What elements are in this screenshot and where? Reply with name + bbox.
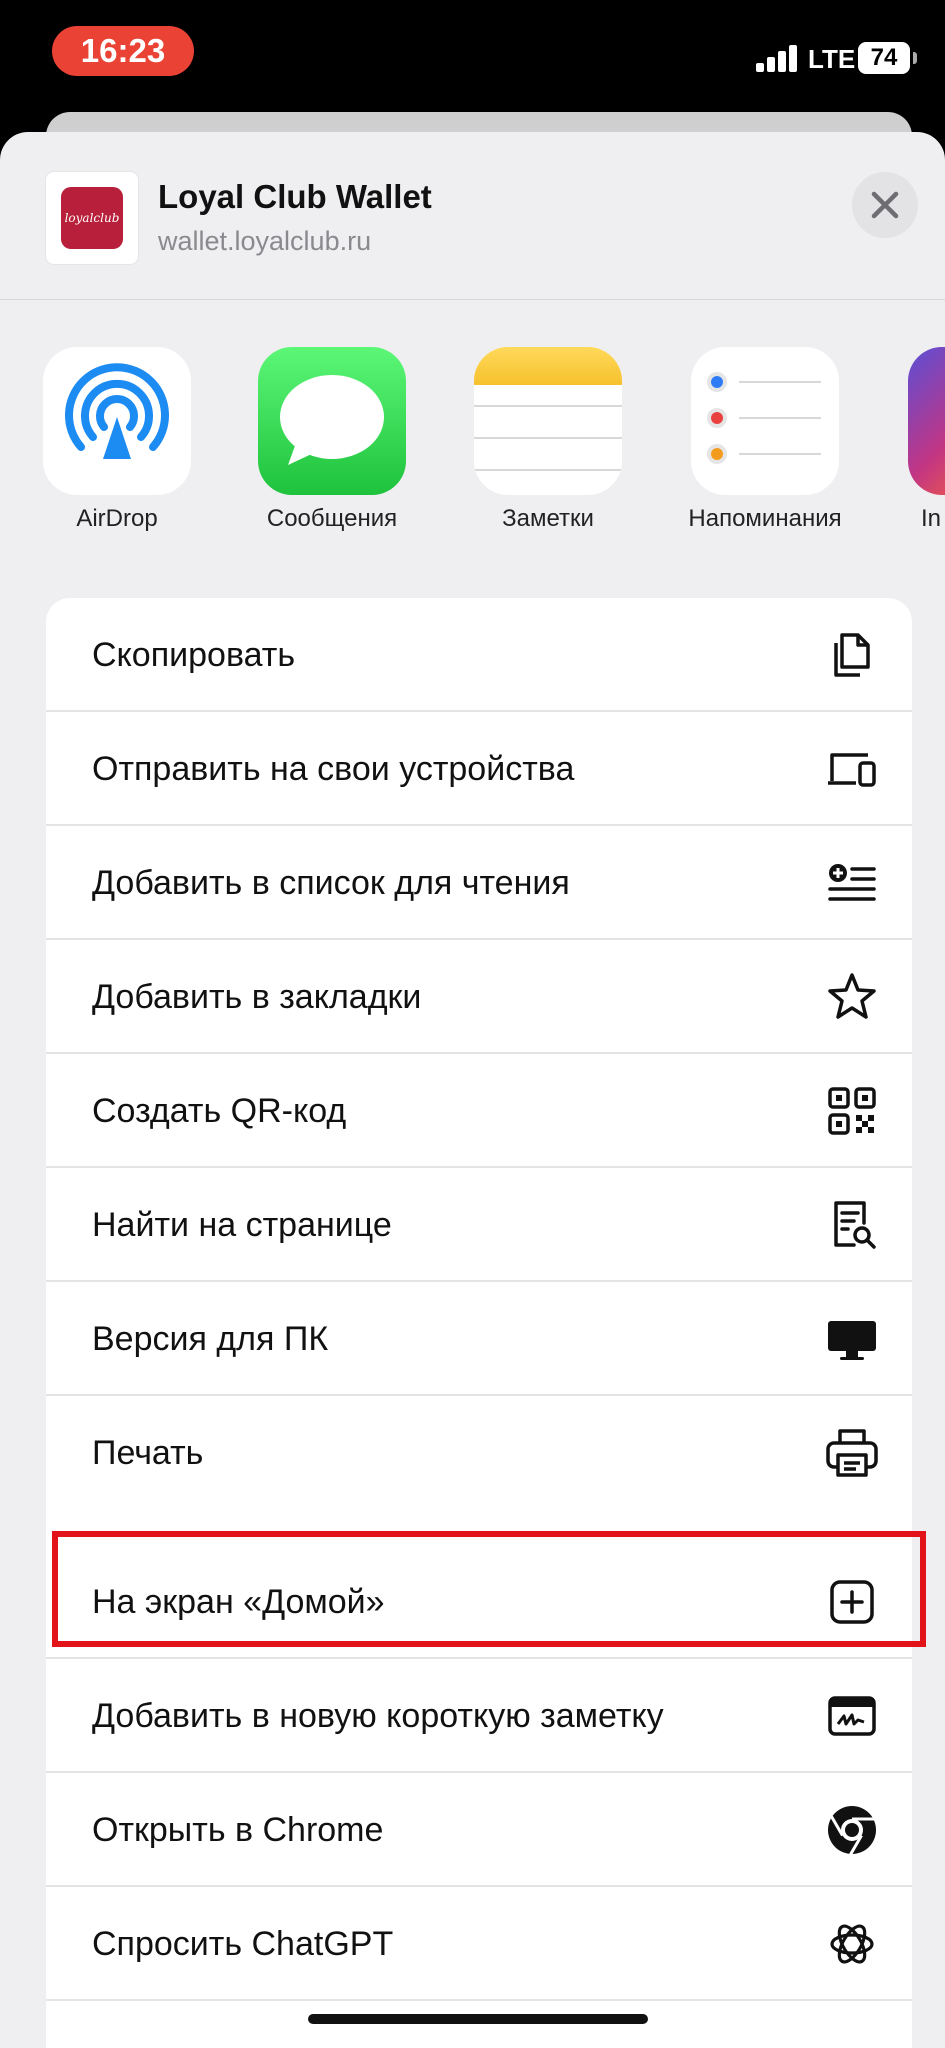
app-label: In	[921, 505, 942, 532]
notes-icon	[474, 347, 622, 495]
messages-icon	[258, 347, 406, 495]
action-find-on-page[interactable]: Найти на странице	[46, 1168, 912, 1282]
app-reminders[interactable]: Напоминания	[670, 347, 860, 532]
app-messages[interactable]: Сообщения	[237, 347, 427, 532]
close-button[interactable]	[852, 172, 918, 238]
action-label: Добавить в закладки	[92, 978, 422, 1016]
share-apps-row: AirDrop Сообщения Заметки Напоминания In	[0, 347, 945, 532]
network-type: LTE	[808, 44, 856, 74]
qr-code-icon	[828, 1087, 876, 1135]
cellular-signal-icon	[756, 44, 800, 72]
printer-icon	[826, 1429, 878, 1477]
close-icon	[871, 191, 899, 219]
add-square-icon	[830, 1580, 874, 1624]
action-create-qr[interactable]: Создать QR-код	[46, 1054, 912, 1168]
app-label: AirDrop	[76, 505, 158, 532]
action-label: Печать	[92, 1434, 204, 1472]
action-label: Скопировать	[92, 636, 296, 674]
action-label: Версия для ПК	[92, 1320, 329, 1358]
share-sheet: loyalclub Loyal Club Wallet wallet.loyal…	[0, 132, 945, 2048]
battery-icon: 74	[858, 42, 917, 74]
desktop-icon	[828, 1321, 876, 1360]
action-label: Добавить в новую короткую заметку	[92, 1697, 664, 1735]
app-notes[interactable]: Заметки	[453, 347, 643, 532]
action-new-quick-note[interactable]: Добавить в новую короткую заметку	[46, 1659, 912, 1773]
actions-group-primary: Скопировать Отправить на свои устройства	[46, 598, 912, 1652]
site-icon: loyalclub	[46, 172, 138, 264]
action-ask-chatgpt[interactable]: Спросить ChatGPT	[46, 1887, 912, 2001]
status-time[interactable]: 16:23	[52, 26, 194, 76]
reading-list-icon	[828, 864, 876, 901]
app-label: Сообщения	[266, 505, 398, 532]
chrome-icon	[828, 1806, 876, 1856]
reminders-icon	[691, 347, 839, 495]
app-label: Напоминания	[688, 505, 842, 532]
action-label: Создать QR-код	[92, 1092, 347, 1130]
app-airdrop[interactable]: AirDrop	[22, 347, 212, 532]
action-label: Найти на странице	[92, 1206, 392, 1244]
quick-note-icon	[828, 1696, 876, 1736]
site-logo: loyalclub	[61, 187, 123, 249]
action-label: Добавить в список для чтения	[92, 864, 570, 902]
copy-icon	[834, 633, 870, 677]
action-add-reading-list[interactable]: Добавить в список для чтения	[46, 826, 912, 940]
instagram-icon	[908, 347, 945, 495]
site-url: wallet.loyalclub.ru	[158, 226, 372, 256]
action-send-to-devices[interactable]: Отправить на свои устройства	[46, 712, 912, 826]
chatgpt-icon	[830, 1924, 874, 1964]
app-label: Заметки	[502, 505, 594, 532]
find-on-page-icon	[834, 1201, 876, 1249]
share-header: loyalclub Loyal Club Wallet wallet.loyal…	[0, 132, 945, 300]
home-indicator[interactable]	[308, 2014, 648, 2024]
action-open-in-chrome[interactable]: Открыть в Chrome	[46, 1773, 912, 1887]
site-title: Loyal Club Wallet	[158, 178, 432, 215]
action-add-to-home-screen[interactable]: На экран «Домой»	[46, 1545, 912, 1659]
action-add-bookmark[interactable]: Добавить в закладки	[46, 940, 912, 1054]
star-icon	[828, 973, 876, 1019]
app-instagram[interactable]: In	[887, 347, 945, 532]
actions-group-secondary: На экран «Домой» Добавить в новую коротк…	[46, 1545, 912, 2048]
action-label: Открыть в Chrome	[92, 1811, 384, 1849]
action-label: Отправить на свои устройства	[92, 750, 575, 788]
action-print[interactable]: Печать	[46, 1396, 912, 1510]
action-copy[interactable]: Скопировать	[46, 598, 912, 712]
action-label: На экран «Домой»	[92, 1583, 385, 1621]
action-label: Спросить ChatGPT	[92, 1925, 394, 1963]
devices-icon	[828, 753, 876, 787]
action-desktop-version[interactable]: Версия для ПК	[46, 1282, 912, 1396]
header-divider	[0, 299, 945, 300]
status-bar: 16:23 LTE 74	[0, 0, 945, 110]
airdrop-icon	[43, 347, 191, 495]
